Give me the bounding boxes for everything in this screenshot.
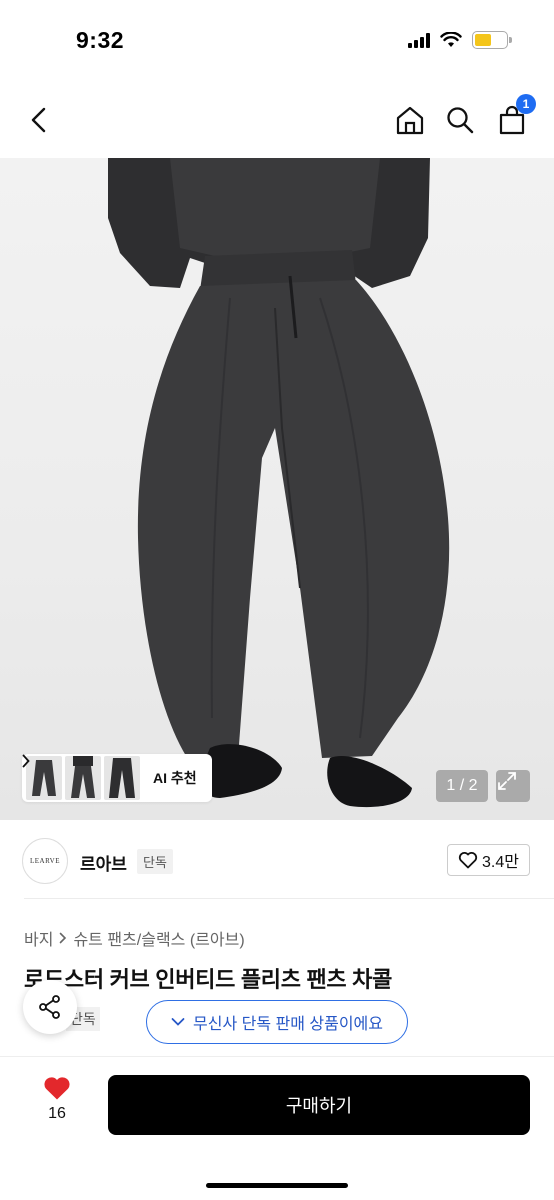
bottom-action-bar: 16 구매하기 — [0, 1056, 554, 1200]
battery-icon — [472, 31, 512, 49]
search-button[interactable] — [440, 100, 480, 140]
status-icons — [408, 31, 512, 49]
expand-icon — [498, 772, 516, 790]
brand-like-count: 3.4만 — [482, 854, 519, 871]
thumbnail-strip: AI 추천 — [22, 754, 212, 802]
thumbnail-image[interactable] — [65, 756, 101, 800]
heart-outline-icon — [458, 852, 478, 869]
thumbnail-image[interactable] — [26, 756, 62, 800]
expand-button[interactable] — [496, 770, 530, 802]
breadcrumb-category[interactable]: 바지 — [24, 926, 53, 950]
buy-button[interactable]: 구매하기 — [108, 1075, 530, 1135]
breadcrumb: 바지 슈트 팬츠/슬랙스 (르아브) — [24, 926, 245, 950]
brand-row: LEARVE 르아브 단독 3.4만 — [0, 836, 554, 884]
share-icon — [39, 995, 60, 1019]
wishlist-count: 16 — [48, 1105, 66, 1122]
product-title: 로드스터 커브 인버티드 플리츠 팬츠 차콜 — [24, 967, 393, 992]
top-navigation: 1 — [0, 90, 554, 150]
chevron-left-icon — [31, 107, 46, 133]
exclusive-toast-text: 무신사 단독 판매 상품이에요 — [193, 1016, 383, 1033]
cellular-signal-icon — [408, 32, 430, 48]
chevron-right-icon — [60, 932, 67, 944]
home-button[interactable] — [390, 100, 430, 140]
ai-recommend-button[interactable]: AI 추천 — [22, 754, 197, 788]
chevron-down-icon — [171, 1018, 185, 1026]
brand-logo[interactable]: LEARVE — [22, 838, 68, 884]
share-button[interactable] — [23, 980, 77, 1034]
chevron-right-icon — [22, 754, 30, 768]
cart-button[interactable]: 1 — [492, 94, 536, 140]
search-icon — [447, 107, 474, 134]
thumbnail-image[interactable] — [104, 756, 140, 800]
divider — [24, 898, 554, 899]
home-indicator — [206, 1183, 348, 1188]
wishlist-button[interactable]: 16 — [36, 1075, 78, 1123]
home-icon — [396, 106, 424, 135]
back-button[interactable] — [20, 100, 60, 140]
cart-count-badge: 1 — [516, 94, 536, 114]
wifi-icon — [440, 32, 462, 47]
brand-name[interactable]: 르아브 — [80, 850, 127, 875]
product-photo-illustration — [108, 158, 450, 808]
exclusive-badge: 단독 — [137, 849, 173, 874]
page-indicator: 1 / 2 — [436, 770, 488, 802]
product-image[interactable]: AI 추천 1 / 2 — [0, 158, 554, 820]
ai-recommend-label: AI 추천 — [153, 770, 197, 786]
status-time: 9:32 — [76, 27, 125, 53]
status-bar: 9:32 — [0, 0, 554, 80]
breadcrumb-subcategory[interactable]: 슈트 팬츠/슬랙스 (르아브) — [73, 926, 244, 950]
heart-filled-icon — [44, 1077, 70, 1100]
exclusive-toast: 무신사 단독 판매 상품이에요 — [146, 1000, 408, 1044]
brand-like-button[interactable]: 3.4만 — [447, 844, 530, 876]
